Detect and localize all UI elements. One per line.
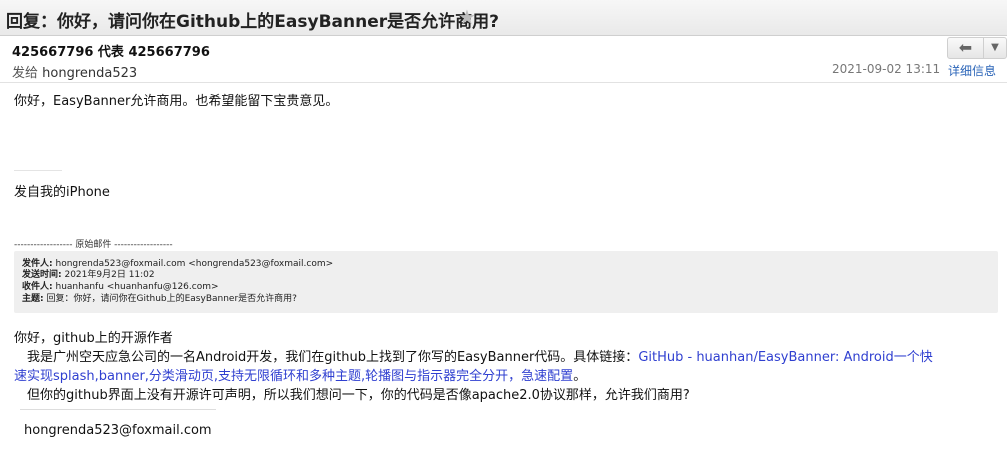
star-icon[interactable]: ★	[458, 5, 476, 29]
signature-email: hongrenda523@foxmail.com	[24, 423, 212, 438]
message-header: 425667796 代表 425667796 发给 hongrenda523 ⬅…	[0, 37, 1007, 83]
sent-from-text: 发自我的iPhone	[14, 185, 110, 200]
body-line-1: 我是广州空天应急公司的一名Android开发，我们在github上找到了你写的E…	[14, 350, 933, 365]
to-prefix: 发给	[12, 66, 39, 81]
body-line-2: 速实现splash,banner,分类滑动页,支持无限循环和多种主题,轮播图与指…	[14, 369, 587, 384]
body-line-3: 但你的github界面上没有开源许可声明，所以我们想问一下，你的代码是否像apa…	[14, 388, 690, 403]
original-mail-separator: ------------------ 原始邮件 ----------------…	[14, 240, 173, 250]
divider	[14, 170, 62, 171]
quote-sent-time: 发送时间: 2021年9月2日 11:02	[22, 270, 155, 280]
quote-subject: 主题: 回复：你好，请问你在Github上的EasyBanner是否允许商用?	[22, 294, 297, 304]
sent-date: 2021-09-02 13:11	[832, 62, 941, 76]
reply-button-group: ⬅ ▼	[947, 37, 1007, 59]
quoted-header-block: 发件人: hongrenda523@foxmail.com <hongrenda…	[14, 251, 998, 313]
subject-bar: 回复：你好，请问你在Github上的EasyBanner是否允许商用? ★	[0, 0, 1007, 36]
chevron-down-icon[interactable]: ▼	[984, 38, 1006, 58]
greeting-text: 你好，github上的开源作者	[14, 331, 173, 346]
signature-divider	[20, 409, 216, 410]
quote-to: 收件人: huanhanfu <huanhanfu@126.com>	[22, 282, 219, 292]
github-link-part2[interactable]: 速实现splash,banner,分类滑动页,支持无限循环和多种主题,轮播图与指…	[14, 369, 573, 384]
details-link[interactable]: 详细信息	[948, 62, 996, 79]
github-link-part1[interactable]: GitHub - huanhan/EasyBanner: Android一个快	[638, 350, 932, 365]
reply-text: 你好，EasyBanner允许商用。也希望能留下宝贵意见。	[14, 94, 339, 109]
reply-arrow-icon[interactable]: ⬅	[948, 38, 984, 58]
recipient-name[interactable]: hongrenda523	[42, 66, 137, 81]
recipient-line: 发给 hongrenda523	[12, 62, 137, 81]
quote-from: 发件人: hongrenda523@foxmail.com <hongrenda…	[22, 259, 334, 269]
sender-name: 425667796 代表 425667796	[12, 45, 210, 60]
email-subject: 回复：你好，请问你在Github上的EasyBanner是否允许商用?	[6, 12, 499, 32]
